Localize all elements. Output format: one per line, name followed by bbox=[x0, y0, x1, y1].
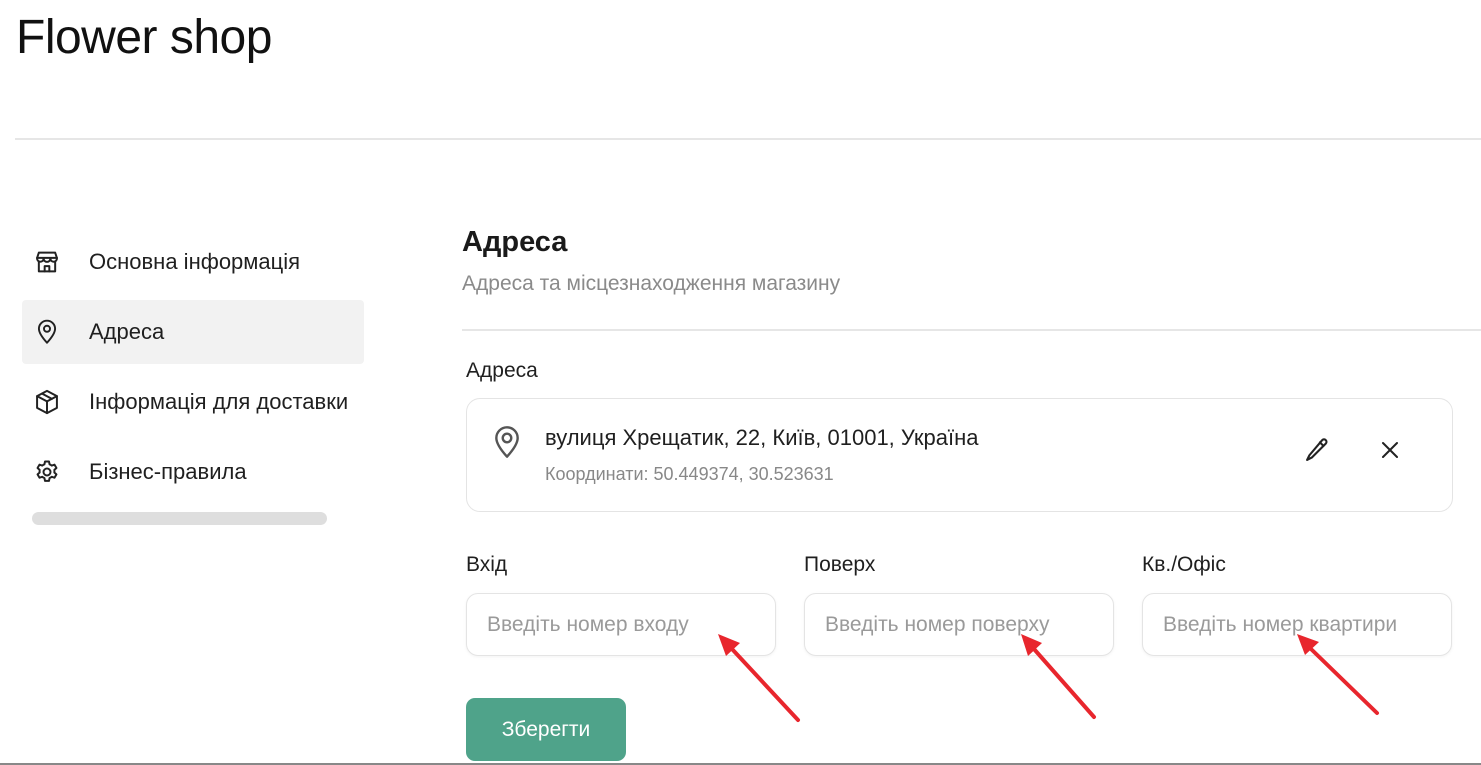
gear-icon bbox=[33, 458, 61, 486]
sidebar-item-business-rules[interactable]: Бізнес-правила bbox=[22, 440, 364, 504]
sidebar-item-label: Адреса bbox=[89, 319, 165, 344]
floor-label: Поверх bbox=[804, 553, 876, 576]
store-icon bbox=[33, 248, 61, 276]
sidebar-item-address[interactable]: Адреса bbox=[22, 300, 364, 364]
close-icon bbox=[1378, 438, 1402, 465]
section-divider bbox=[462, 329, 1481, 331]
package-icon bbox=[33, 388, 61, 416]
edit-address-button[interactable] bbox=[1299, 433, 1335, 469]
address-card: вулиця Хрещатик, 22, Київ, 01001, Україн… bbox=[466, 398, 1453, 512]
address-label: Адреса bbox=[466, 359, 538, 382]
address-value: вулиця Хрещатик, 22, Київ, 01001, Україн… bbox=[545, 425, 979, 450]
floor-field-wrapper bbox=[804, 593, 1114, 656]
entrance-label: Вхід bbox=[466, 553, 508, 576]
floor-input[interactable] bbox=[805, 594, 1113, 655]
address-settings-panel: Адреса Адреса та місцезнаходження магази… bbox=[462, 0, 1481, 765]
apartment-label: Кв./Офіс bbox=[1142, 553, 1226, 576]
location-pin-icon bbox=[491, 423, 523, 461]
clear-address-button[interactable] bbox=[1372, 433, 1408, 469]
section-title: Адреса bbox=[462, 226, 568, 258]
sidebar-item-label: Основна інформація bbox=[89, 249, 301, 274]
section-subtitle: Адреса та місцезнаходження магазину bbox=[462, 272, 841, 295]
save-button[interactable]: Зберегти bbox=[466, 698, 626, 761]
sidebar-item-delivery-info[interactable]: Інформація для доставки bbox=[22, 370, 364, 434]
sidebar-item-label: Бізнес-правила bbox=[89, 459, 247, 484]
apartment-input[interactable] bbox=[1143, 594, 1451, 655]
sidebar-item-label: Інформація для доставки bbox=[89, 389, 349, 414]
app-title: Flower shop bbox=[16, 11, 272, 64]
location-pin-icon bbox=[33, 318, 61, 346]
sidebar-item-main-info[interactable]: Основна інформація bbox=[22, 230, 364, 294]
entrance-field-wrapper bbox=[466, 593, 776, 656]
settings-sidebar: Основна інформація Адреса Інформація для… bbox=[22, 230, 364, 525]
pencil-icon bbox=[1303, 436, 1331, 467]
address-coordinates: Координати: 50.449374, 30.523631 bbox=[545, 464, 834, 484]
entrance-input[interactable] bbox=[467, 594, 775, 655]
apartment-field-wrapper bbox=[1142, 593, 1452, 656]
sidebar-scrollbar[interactable] bbox=[32, 512, 327, 525]
